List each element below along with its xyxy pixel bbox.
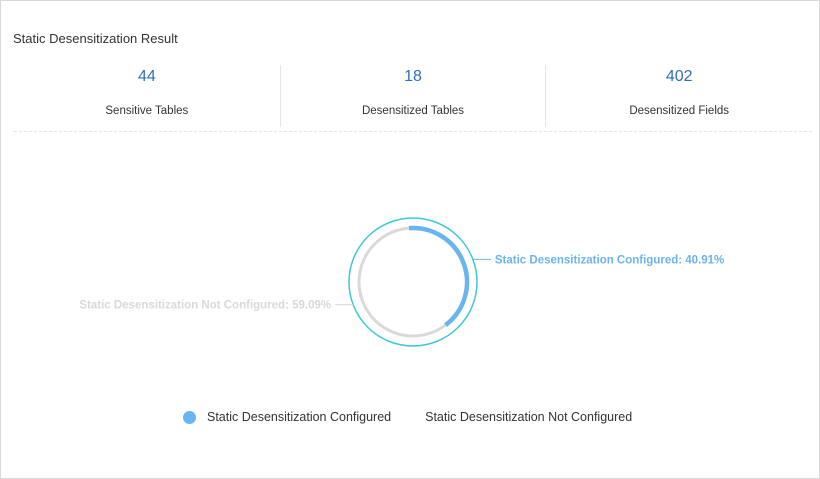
static-desensitization-panel: Static Desensitization Result 44 Sensiti… [0, 0, 820, 479]
slice-label-not-configured: Static Desensitization Not Configured: 5… [79, 300, 331, 312]
chart-legend: Static Desensitization Configured Static… [183, 410, 632, 424]
legend-item-not-configured[interactable]: Static Desensitization Not Configured [425, 410, 632, 424]
slice-label-configured: Static Desensitization Configured: 40.91… [495, 254, 724, 266]
outer-ring [348, 217, 478, 347]
stat-sensitive-tables: 44 Sensitive Tables [14, 65, 280, 127]
legend-label: Static Desensitization Configured [207, 410, 392, 424]
stat-label: Sensitive Tables [105, 105, 189, 117]
slice-not-configured[interactable] [357, 226, 447, 338]
stat-desensitized-tables: 18 Desensitized Tables [279, 65, 546, 127]
stat-desensitized-fields: 402 Desensitized Fields [545, 65, 812, 127]
legend-label: Static Desensitization Not Configured [425, 410, 633, 424]
legend-item-configured[interactable]: Static Desensitization Configured [183, 410, 391, 424]
stat-value: 402 [665, 68, 693, 85]
stat-value: 44 [137, 68, 156, 85]
legend-dot-configured [183, 410, 196, 424]
stats-row: 44 Sensitive Tables 18 Desensitized Tabl… [14, 65, 812, 132]
panel-title: Static Desensitization Result [13, 31, 178, 46]
stat-value: 18 [404, 68, 422, 85]
slice-configured[interactable] [408, 225, 470, 327]
desensitization-ring-chart: Static Desensitization Configured: 40.91… [79, 217, 724, 347]
stat-label: Desensitized Tables [361, 105, 465, 117]
stat-label: Desensitized Fields [629, 105, 730, 117]
